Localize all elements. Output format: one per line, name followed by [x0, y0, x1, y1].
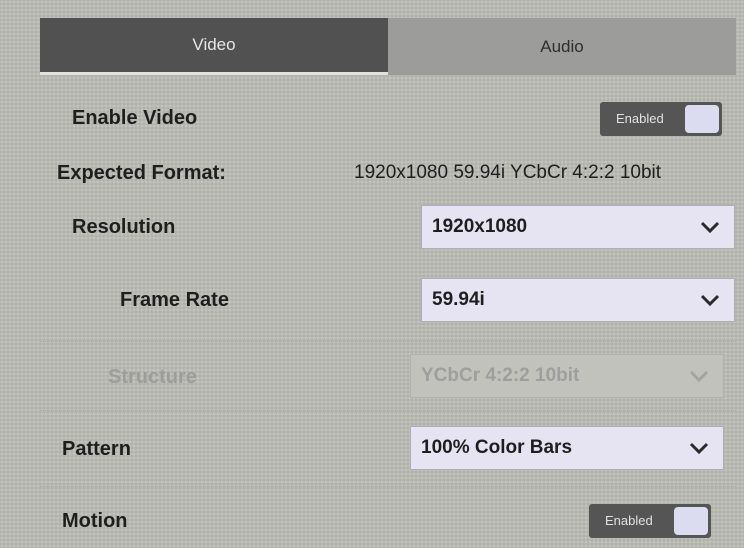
- enable-video-label: Enable Video: [72, 107, 198, 129]
- motion-toggle[interactable]: Enabled: [589, 504, 711, 538]
- enable-video-toggle[interactable]: Enabled: [600, 102, 722, 136]
- resolution-select-value: 1920x1080: [432, 216, 528, 237]
- divider: [40, 486, 736, 487]
- chevron-down-icon: [689, 439, 709, 457]
- toggle-knob: [685, 105, 719, 133]
- motion-toggle-text: Enabled: [605, 513, 653, 528]
- resolution-select[interactable]: 1920x1080: [421, 205, 735, 249]
- frame-rate-label: Frame Rate: [120, 289, 229, 311]
- pattern-select[interactable]: 100% Color Bars: [410, 426, 724, 470]
- toggle-knob: [674, 507, 708, 535]
- tab-audio[interactable]: Audio: [388, 18, 736, 75]
- chevron-down-icon: [689, 367, 709, 385]
- tab-bar: Video Audio: [40, 18, 736, 75]
- chevron-down-icon: [700, 291, 720, 309]
- frame-rate-select-value: 59.94i: [432, 289, 485, 310]
- tab-audio-label: Audio: [540, 36, 584, 56]
- resolution-label: Resolution: [72, 216, 176, 238]
- chevron-down-icon: [700, 218, 720, 236]
- expected-format-label: Expected Format:: [57, 162, 226, 184]
- structure-select: YCbCr 4:2:2 10bit: [410, 354, 724, 398]
- tab-video[interactable]: Video: [40, 18, 388, 75]
- structure-label: Structure: [108, 366, 197, 388]
- expected-format-value: 1920x1080 59.94i YCbCr 4:2:2 10bit: [354, 162, 662, 183]
- frame-rate-select[interactable]: 59.94i: [421, 278, 735, 322]
- enable-video-toggle-text: Enabled: [616, 111, 664, 126]
- structure-select-value: YCbCr 4:2:2 10bit: [421, 365, 580, 386]
- pattern-select-value: 100% Color Bars: [421, 437, 573, 458]
- motion-label: Motion: [62, 510, 128, 532]
- divider: [40, 410, 736, 411]
- pattern-label: Pattern: [62, 438, 131, 460]
- divider: [40, 341, 736, 342]
- tab-video-label: Video: [192, 35, 236, 54]
